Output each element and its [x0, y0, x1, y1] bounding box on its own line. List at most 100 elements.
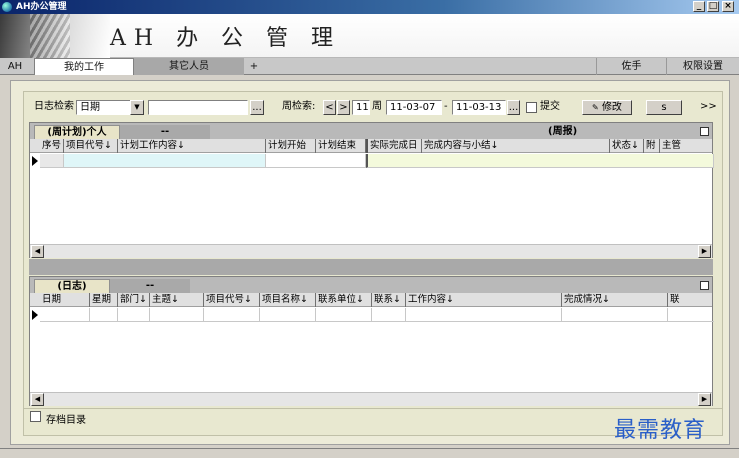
weekly-column-headers: 序号 项目代号↓ 计划工作内容↓ 计划开始 计划结束 实际完成日 完成内容与小结… [30, 139, 712, 153]
date-to-field[interactable]: 11-03-13 [452, 100, 506, 115]
next-week-button[interactable]: > [337, 100, 350, 115]
maximize-button[interactable]: □ [707, 1, 719, 12]
col-manager[interactable]: 主管 [660, 139, 714, 153]
week-unit-label: 周 [372, 101, 382, 112]
panel-divider [29, 259, 713, 275]
archive-checkbox[interactable] [30, 411, 41, 422]
brand-title: AH 办 公 管 理 [110, 26, 342, 51]
scroll-left-icon[interactable]: ◀ [31, 393, 44, 406]
table-cell[interactable] [668, 308, 714, 322]
weekly-report-label: (周报) [548, 126, 578, 137]
table-row[interactable] [30, 308, 714, 322]
app-icon [2, 2, 12, 12]
col-department[interactable]: 部门↓ [118, 293, 150, 307]
scroll-right-icon[interactable]: ▶ [698, 245, 711, 258]
col-project-name[interactable]: 项目名称↓ [260, 293, 316, 307]
table-cell[interactable] [316, 308, 372, 322]
col-contact-unit[interactable]: 联系单位↓ [316, 293, 372, 307]
table-cell[interactable] [150, 308, 204, 322]
col-actual-finish[interactable]: 实际完成日 [366, 139, 422, 153]
table-cell[interactable] [406, 308, 562, 322]
row-marker-icon [32, 156, 38, 166]
title-bar: AH办公管理 _ □ × [0, 0, 739, 14]
banner-photo [0, 14, 110, 58]
col-seq[interactable]: 序号 [40, 139, 64, 153]
work-area: 日志检索 日期 ▼ ... 周检索: < > 11 周 11-03-07 - 1… [23, 91, 723, 436]
table-cell[interactable] [266, 154, 366, 168]
close-button[interactable]: × [722, 1, 734, 12]
tab-log-other[interactable]: -- [110, 279, 190, 293]
date-separator: - [444, 101, 448, 112]
col-attach[interactable]: 附 [644, 139, 660, 153]
table-cell[interactable] [40, 308, 90, 322]
weekly-panel-header: (周计划)个人 -- (周报) [30, 123, 712, 139]
col-weekday[interactable]: 星期 [90, 293, 118, 307]
weekly-horizontal-scrollbar[interactable]: ◀ ▶ [30, 244, 712, 258]
week-number-field[interactable]: 11 [352, 100, 370, 115]
extra-button[interactable]: s [646, 100, 682, 115]
table-cell[interactable] [366, 154, 714, 168]
search-input[interactable] [148, 100, 248, 115]
table-cell[interactable] [204, 308, 260, 322]
maximize-panel-icon[interactable] [700, 127, 709, 136]
more-button[interactable]: >> [700, 100, 717, 115]
table-cell[interactable] [562, 308, 668, 322]
archive-label: 存档目录 [46, 415, 86, 426]
col-completion[interactable]: 完成情况↓ [562, 293, 668, 307]
scroll-right-icon[interactable]: ▶ [698, 393, 711, 406]
col-project-code[interactable]: 项目代号↓ [64, 139, 118, 153]
log-panel: (日志) -- 日期 星期 部门↓ 主题↓ 项目代号↓ 项目名称↓ 联系单位↓ … [29, 276, 714, 406]
chevron-down-icon[interactable]: ▼ [130, 100, 144, 115]
table-cell[interactable] [372, 308, 406, 322]
search-toolbar: 日志检索 日期 ▼ ... 周检索: < > 11 周 11-03-07 - 1… [24, 92, 724, 122]
tab-weekly-other[interactable]: -- [120, 125, 210, 139]
header-banner: AH 办 公 管 理 [0, 14, 739, 58]
col-work-content[interactable]: 工作内容↓ [406, 293, 562, 307]
submit-checkbox[interactable] [526, 102, 537, 113]
search-browse-button[interactable]: ... [250, 100, 264, 115]
log-horizontal-scrollbar[interactable]: ◀ ▶ [30, 392, 712, 406]
submit-label: 提交 [540, 101, 560, 112]
tab-my-work[interactable]: 我的工作 [34, 58, 134, 75]
table-row[interactable] [30, 154, 714, 168]
col-subject[interactable]: 主题↓ [150, 293, 204, 307]
tab-weekly-personal[interactable]: (周计划)个人 [34, 125, 120, 139]
col-plan-start[interactable]: 计划开始 [266, 139, 316, 153]
edit-icon: ✎ [592, 103, 599, 112]
tab-other-staff[interactable]: 其它人员 [134, 58, 244, 75]
table-cell[interactable] [118, 308, 150, 322]
maximize-panel-icon[interactable] [700, 281, 709, 290]
window-title: AH办公管理 [16, 2, 67, 12]
col-project-code[interactable]: 项目代号↓ [204, 293, 260, 307]
date-from-field[interactable]: 11-03-07 [386, 100, 442, 115]
edit-button[interactable]: ✎ 修改 [582, 100, 632, 115]
edit-label: 修改 [601, 102, 622, 113]
log-column-headers: 日期 星期 部门↓ 主题↓ 项目代号↓ 项目名称↓ 联系单位↓ 联系↓ 工作内容… [30, 293, 712, 307]
col-plan-end[interactable]: 计划结束 [316, 139, 366, 153]
col-status[interactable]: 状态↓ [610, 139, 644, 153]
weekly-plan-panel: (周计划)个人 -- (周报) 序号 项目代号↓ 计划工作内容↓ 计划开始 计划… [29, 122, 714, 258]
date-browse-button[interactable]: ... [507, 100, 520, 115]
table-cell[interactable] [64, 154, 266, 168]
log-search-label: 日志检索 [34, 101, 74, 112]
prev-week-button[interactable]: < [323, 100, 336, 115]
tab-ah[interactable]: AH [0, 58, 30, 75]
status-bar [0, 448, 739, 458]
main-tab-strip: AH 我的工作 其它人员 + 佐手 权限设置 [0, 58, 739, 75]
tab-permissions[interactable]: 权限设置 [666, 58, 739, 75]
col-contact[interactable]: 联系↓ [372, 293, 406, 307]
col-date[interactable]: 日期 [40, 293, 90, 307]
table-cell[interactable] [260, 308, 316, 322]
tab-log[interactable]: (日志) [34, 279, 110, 293]
col-summary[interactable]: 完成内容与小结↓ [422, 139, 610, 153]
col-contact-2[interactable]: 联 [668, 293, 714, 307]
log-panel-header: (日志) -- [30, 277, 712, 293]
tab-assistant[interactable]: 佐手 [596, 58, 666, 75]
row-marker-icon [32, 310, 38, 320]
table-cell[interactable] [40, 154, 64, 168]
tab-add[interactable]: + [244, 58, 264, 75]
table-cell[interactable] [90, 308, 118, 322]
scroll-left-icon[interactable]: ◀ [31, 245, 44, 258]
col-plan-content[interactable]: 计划工作内容↓ [118, 139, 266, 153]
minimize-button[interactable]: _ [693, 1, 705, 12]
